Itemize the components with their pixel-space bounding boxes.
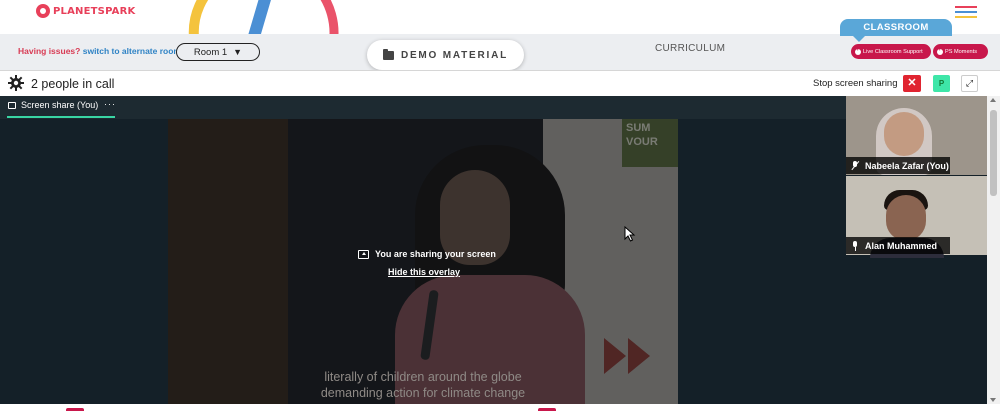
caret-down-icon: ▼: [233, 47, 243, 57]
classroom-tab-pointer: [853, 36, 865, 42]
screen-share-tab[interactable]: Screen share (You): [8, 100, 98, 110]
classroom-tab[interactable]: CLASSROOM: [840, 19, 952, 36]
participant-name: Alan Muhammed: [865, 240, 938, 251]
alternate-room-link[interactable]: switch to alternate room: [83, 46, 181, 56]
screen-icon: [8, 101, 16, 109]
folder-icon: [382, 48, 394, 60]
caption-line: literally of children around the globe: [324, 370, 522, 384]
mic-muted-icon: [851, 160, 860, 171]
stop-sharing-close-button[interactable]: ✕: [903, 75, 921, 92]
gear-icon[interactable]: [8, 75, 24, 91]
participant-name-tag: Nabeela Zafar (You): [846, 157, 950, 174]
plus-circle-icon: [937, 47, 943, 55]
stop-screen-sharing-label: Stop screen sharing: [813, 78, 898, 89]
ps-moments-label: PS Moments: [945, 48, 978, 55]
curriculum-link[interactable]: CURRICULUM: [655, 43, 725, 54]
sharing-message-text: You are sharing your screen: [375, 249, 496, 259]
issue-prefix: Having issues?: [18, 46, 81, 56]
mouse-cursor-icon: [624, 226, 636, 242]
video-caption: literally of children around the globe d…: [288, 369, 558, 401]
sharing-overlay: [168, 119, 678, 404]
hamburger-icon[interactable]: [955, 6, 977, 20]
share-tab-bar: [0, 96, 846, 119]
people-in-call-count: 2 people in call: [31, 77, 115, 91]
room-select-value: Room 1: [193, 46, 228, 58]
sharing-message: You are sharing your screen: [358, 249, 496, 259]
present-screen-icon: [358, 249, 369, 259]
planetspark-logo[interactable]: PLANETSPARK: [36, 4, 135, 18]
logo-icon: [36, 4, 50, 18]
participant-name: Nabeela Zafar (You): [865, 160, 949, 171]
demo-material-label: DEMO MATERIAL: [400, 49, 509, 61]
bottom-bar: [0, 404, 1000, 411]
live-support-label: Live Classroom Support: [863, 48, 923, 55]
expand-icon[interactable]: ⤢: [961, 75, 978, 92]
mic-icon: [851, 240, 859, 251]
ps-moments-button[interactable]: PS Moments: [933, 44, 988, 59]
issue-notice: Having issues? switch to alternate room: [18, 46, 181, 56]
participant-name-tag: Alan Muhammed: [846, 237, 950, 254]
scroll-up-icon[interactable]: [990, 98, 996, 102]
participant-face: [886, 195, 926, 241]
scroll-down-icon[interactable]: [990, 398, 996, 402]
demo-material-button[interactable]: DEMO MATERIAL: [367, 40, 524, 70]
screen-share-tab-label: Screen share (You): [21, 100, 99, 110]
room-select[interactable]: Room 1 ▼: [176, 43, 260, 61]
hide-overlay-link[interactable]: Hide this overlay: [388, 267, 460, 277]
logo-text: PLANETSPARK: [53, 5, 136, 17]
plus-circle-icon: [855, 47, 861, 55]
p-button[interactable]: P: [933, 75, 950, 92]
scrollbar-thumb[interactable]: [990, 110, 997, 196]
active-tab-indicator: [7, 116, 115, 118]
live-classroom-support-button[interactable]: Live Classroom Support: [851, 44, 931, 59]
tab-more-options-icon[interactable]: ···: [104, 99, 116, 109]
participant-face: [884, 112, 924, 156]
app-root: PLANETSPARK Having issues? switch to alt…: [0, 0, 1000, 411]
caption-line: demanding action for climate change: [320, 386, 526, 400]
